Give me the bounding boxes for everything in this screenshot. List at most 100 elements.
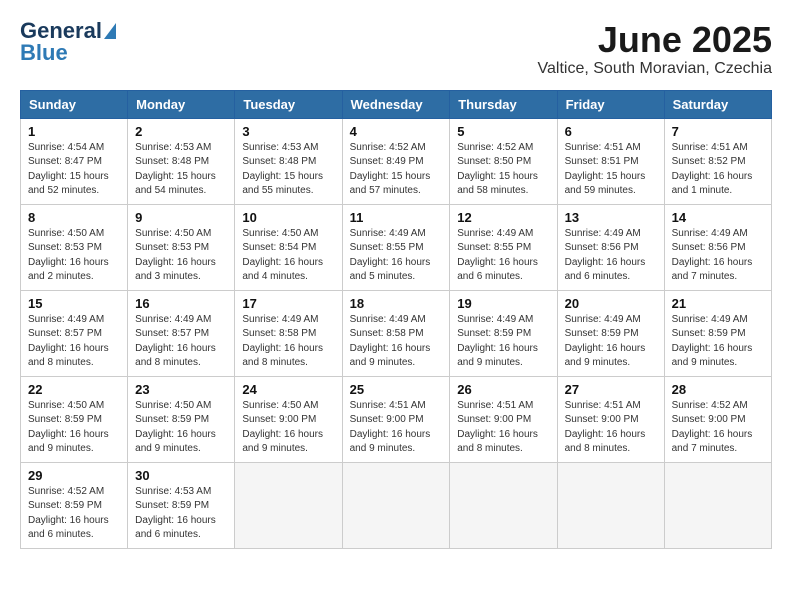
day-info: Sunrise: 4:51 AMSunset: 9:00 PMDaylight:…	[565, 400, 646, 455]
logo-triangle-icon	[104, 23, 116, 39]
day-number: 5	[457, 124, 549, 139]
day-number: 3	[242, 124, 334, 139]
logo-blue: Blue	[20, 42, 116, 64]
day-number: 12	[457, 210, 549, 225]
day-info: Sunrise: 4:49 AMSunset: 8:58 PMDaylight:…	[350, 314, 431, 369]
day-info: Sunrise: 4:49 AMSunset: 8:59 PMDaylight:…	[457, 314, 538, 369]
day-info: Sunrise: 4:50 AMSunset: 9:00 PMDaylight:…	[242, 400, 323, 455]
day-info: Sunrise: 4:50 AMSunset: 8:59 PMDaylight:…	[28, 400, 109, 455]
day-number: 27	[565, 382, 657, 397]
calendar-cell: 24 Sunrise: 4:50 AMSunset: 9:00 PMDaylig…	[235, 376, 342, 462]
calendar-cell: 19 Sunrise: 4:49 AMSunset: 8:59 PMDaylig…	[450, 290, 557, 376]
location: Valtice, South Moravian, Czechia	[538, 60, 772, 78]
calendar-cell: 22 Sunrise: 4:50 AMSunset: 8:59 PMDaylig…	[21, 376, 128, 462]
weekday-header-sunday: Sunday	[21, 90, 128, 118]
calendar-cell: 12 Sunrise: 4:49 AMSunset: 8:55 PMDaylig…	[450, 204, 557, 290]
calendar-cell: 7 Sunrise: 4:51 AMSunset: 8:52 PMDayligh…	[664, 118, 771, 204]
day-info: Sunrise: 4:52 AMSunset: 8:49 PMDaylight:…	[350, 142, 431, 197]
calendar-cell: 5 Sunrise: 4:52 AMSunset: 8:50 PMDayligh…	[450, 118, 557, 204]
calendar-cell: 16 Sunrise: 4:49 AMSunset: 8:57 PMDaylig…	[128, 290, 235, 376]
day-number: 25	[350, 382, 443, 397]
calendar-cell: 30 Sunrise: 4:53 AMSunset: 8:59 PMDaylig…	[128, 462, 235, 548]
weekday-header-monday: Monday	[128, 90, 235, 118]
day-info: Sunrise: 4:49 AMSunset: 8:59 PMDaylight:…	[565, 314, 646, 369]
weekday-header-tuesday: Tuesday	[235, 90, 342, 118]
calendar-cell: 15 Sunrise: 4:49 AMSunset: 8:57 PMDaylig…	[21, 290, 128, 376]
calendar-week-4: 22 Sunrise: 4:50 AMSunset: 8:59 PMDaylig…	[21, 376, 772, 462]
day-info: Sunrise: 4:51 AMSunset: 8:52 PMDaylight:…	[672, 142, 753, 197]
calendar-cell: 20 Sunrise: 4:49 AMSunset: 8:59 PMDaylig…	[557, 290, 664, 376]
day-number: 1	[28, 124, 120, 139]
day-number: 19	[457, 296, 549, 311]
day-number: 21	[672, 296, 764, 311]
day-info: Sunrise: 4:50 AMSunset: 8:54 PMDaylight:…	[242, 228, 323, 283]
day-info: Sunrise: 4:49 AMSunset: 8:56 PMDaylight:…	[565, 228, 646, 283]
day-info: Sunrise: 4:49 AMSunset: 8:57 PMDaylight:…	[135, 314, 216, 369]
day-info: Sunrise: 4:52 AMSunset: 9:00 PMDaylight:…	[672, 400, 753, 455]
day-number: 14	[672, 210, 764, 225]
calendar-week-1: 1 Sunrise: 4:54 AMSunset: 8:47 PMDayligh…	[21, 118, 772, 204]
calendar-cell	[664, 462, 771, 548]
day-info: Sunrise: 4:51 AMSunset: 8:51 PMDaylight:…	[565, 142, 646, 197]
day-info: Sunrise: 4:49 AMSunset: 8:55 PMDaylight:…	[457, 228, 538, 283]
day-info: Sunrise: 4:49 AMSunset: 8:59 PMDaylight:…	[672, 314, 753, 369]
calendar-week-2: 8 Sunrise: 4:50 AMSunset: 8:53 PMDayligh…	[21, 204, 772, 290]
calendar-cell: 27 Sunrise: 4:51 AMSunset: 9:00 PMDaylig…	[557, 376, 664, 462]
day-info: Sunrise: 4:53 AMSunset: 8:48 PMDaylight:…	[135, 142, 216, 197]
day-number: 17	[242, 296, 334, 311]
day-number: 13	[565, 210, 657, 225]
day-number: 7	[672, 124, 764, 139]
weekday-header-thursday: Thursday	[450, 90, 557, 118]
day-number: 11	[350, 210, 443, 225]
day-number: 8	[28, 210, 120, 225]
day-info: Sunrise: 4:50 AMSunset: 8:53 PMDaylight:…	[28, 228, 109, 283]
day-info: Sunrise: 4:52 AMSunset: 8:59 PMDaylight:…	[28, 486, 109, 541]
day-number: 22	[28, 382, 120, 397]
header: General Blue June 2025 Valtice, South Mo…	[20, 20, 772, 78]
calendar-cell: 1 Sunrise: 4:54 AMSunset: 8:47 PMDayligh…	[21, 118, 128, 204]
day-number: 29	[28, 468, 120, 483]
calendar-cell: 29 Sunrise: 4:52 AMSunset: 8:59 PMDaylig…	[21, 462, 128, 548]
calendar-cell: 9 Sunrise: 4:50 AMSunset: 8:53 PMDayligh…	[128, 204, 235, 290]
day-number: 24	[242, 382, 334, 397]
calendar-cell	[557, 462, 664, 548]
weekday-header-row: SundayMondayTuesdayWednesdayThursdayFrid…	[21, 90, 772, 118]
calendar-cell: 4 Sunrise: 4:52 AMSunset: 8:49 PMDayligh…	[342, 118, 450, 204]
day-info: Sunrise: 4:49 AMSunset: 8:57 PMDaylight:…	[28, 314, 109, 369]
logo: General Blue	[20, 20, 116, 64]
calendar-week-5: 29 Sunrise: 4:52 AMSunset: 8:59 PMDaylig…	[21, 462, 772, 548]
day-info: Sunrise: 4:52 AMSunset: 8:50 PMDaylight:…	[457, 142, 538, 197]
day-info: Sunrise: 4:50 AMSunset: 8:53 PMDaylight:…	[135, 228, 216, 283]
weekday-header-wednesday: Wednesday	[342, 90, 450, 118]
day-number: 18	[350, 296, 443, 311]
calendar-cell	[450, 462, 557, 548]
day-info: Sunrise: 4:54 AMSunset: 8:47 PMDaylight:…	[28, 142, 109, 197]
day-info: Sunrise: 4:51 AMSunset: 9:00 PMDaylight:…	[350, 400, 431, 455]
day-number: 28	[672, 382, 764, 397]
day-number: 23	[135, 382, 227, 397]
day-info: Sunrise: 4:51 AMSunset: 9:00 PMDaylight:…	[457, 400, 538, 455]
calendar-cell: 3 Sunrise: 4:53 AMSunset: 8:48 PMDayligh…	[235, 118, 342, 204]
day-number: 30	[135, 468, 227, 483]
logo-general: General	[20, 20, 102, 42]
calendar-cell: 26 Sunrise: 4:51 AMSunset: 9:00 PMDaylig…	[450, 376, 557, 462]
day-number: 20	[565, 296, 657, 311]
day-number: 10	[242, 210, 334, 225]
title-area: June 2025 Valtice, South Moravian, Czech…	[538, 20, 772, 78]
day-number: 6	[565, 124, 657, 139]
calendar-cell: 11 Sunrise: 4:49 AMSunset: 8:55 PMDaylig…	[342, 204, 450, 290]
day-number: 16	[135, 296, 227, 311]
day-number: 15	[28, 296, 120, 311]
day-info: Sunrise: 4:49 AMSunset: 8:55 PMDaylight:…	[350, 228, 431, 283]
day-number: 26	[457, 382, 549, 397]
calendar-table: SundayMondayTuesdayWednesdayThursdayFrid…	[20, 90, 772, 549]
calendar-cell: 10 Sunrise: 4:50 AMSunset: 8:54 PMDaylig…	[235, 204, 342, 290]
day-info: Sunrise: 4:50 AMSunset: 8:59 PMDaylight:…	[135, 400, 216, 455]
day-number: 2	[135, 124, 227, 139]
calendar-cell	[342, 462, 450, 548]
day-number: 9	[135, 210, 227, 225]
day-info: Sunrise: 4:53 AMSunset: 8:59 PMDaylight:…	[135, 486, 216, 541]
weekday-header-friday: Friday	[557, 90, 664, 118]
calendar-cell: 18 Sunrise: 4:49 AMSunset: 8:58 PMDaylig…	[342, 290, 450, 376]
day-info: Sunrise: 4:53 AMSunset: 8:48 PMDaylight:…	[242, 142, 323, 197]
